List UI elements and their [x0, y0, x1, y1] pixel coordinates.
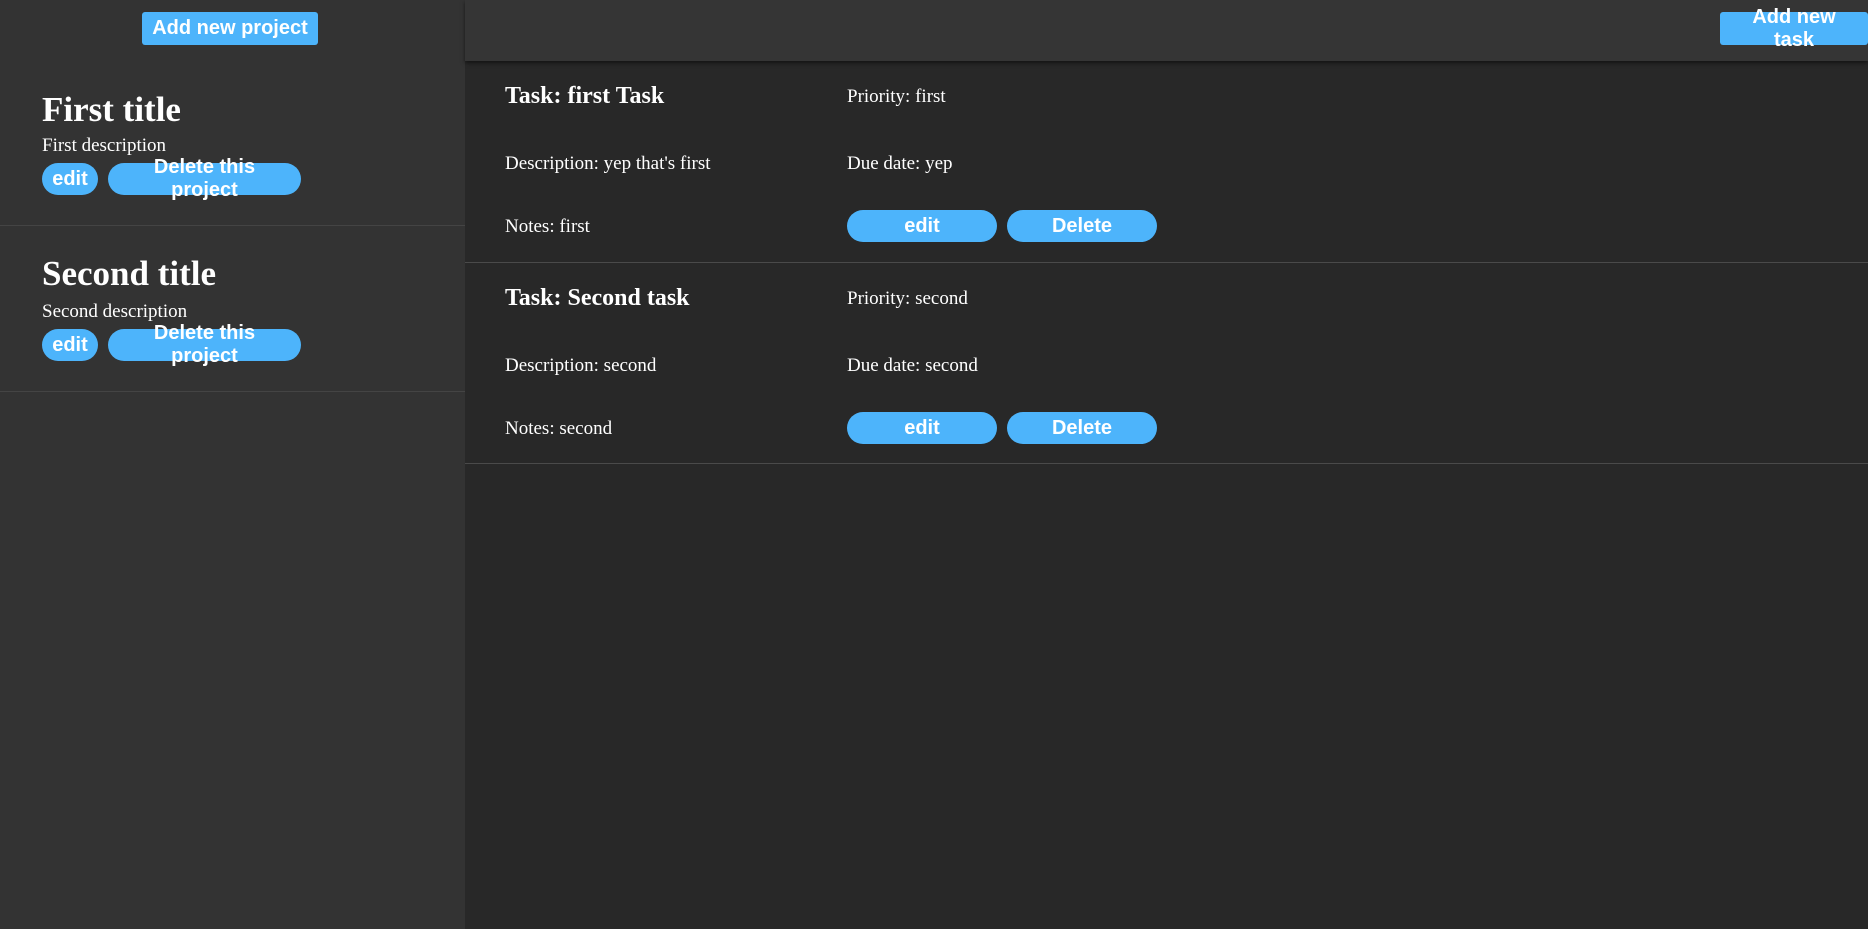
edit-task-button[interactable]: edit: [847, 412, 997, 444]
task-priority: Priority: second: [847, 288, 968, 309]
task-description: Description: yep that's first: [505, 153, 711, 174]
task-title: Task: first Task: [505, 83, 665, 109]
task-actions: edit Delete: [847, 210, 1157, 242]
sidebar-header: Add new project: [0, 0, 465, 60]
task-due-date: Due date: second: [847, 355, 978, 376]
project-card[interactable]: First title First description edit Delet…: [0, 60, 465, 226]
task-description: Description: second: [505, 355, 657, 376]
add-new-project-button[interactable]: Add new project: [142, 12, 318, 45]
edit-task-button[interactable]: edit: [847, 210, 997, 242]
task-card: Task: Second task Priority: second Descr…: [465, 263, 1868, 464]
project-actions: edit Delete this project: [42, 322, 301, 367]
edit-project-button[interactable]: edit: [42, 329, 98, 361]
project-actions: edit Delete this project: [42, 156, 301, 201]
task-notes: Notes: first: [505, 216, 590, 237]
delete-task-button[interactable]: Delete: [1007, 210, 1157, 242]
project-title: Second title: [42, 254, 217, 293]
edit-project-button[interactable]: edit: [42, 163, 98, 195]
project-card[interactable]: Second title Second description edit Del…: [0, 226, 465, 392]
add-new-task-button[interactable]: Add new task: [1720, 6, 1868, 51]
task-card: Task: first Task Priority: first Descrip…: [465, 61, 1868, 263]
delete-project-button[interactable]: Delete this project: [108, 156, 301, 201]
task-priority: Priority: first: [847, 86, 946, 107]
app-root: Add new project First title First descri…: [0, 0, 1868, 929]
task-title: Task: Second task: [505, 285, 690, 311]
delete-task-button[interactable]: Delete: [1007, 412, 1157, 444]
main-header: Add new task: [465, 0, 1868, 61]
project-title: First title: [42, 90, 181, 129]
projects-sidebar: Add new project First title First descri…: [0, 0, 465, 929]
task-actions: edit Delete: [847, 412, 1157, 444]
project-description: First description: [42, 135, 167, 156]
tasks-main: Add new task Task: first Task Priority: …: [465, 0, 1868, 929]
delete-project-button[interactable]: Delete this project: [108, 322, 301, 367]
task-due-date: Due date: yep: [847, 153, 953, 174]
project-description: Second description: [42, 301, 188, 322]
task-notes: Notes: second: [505, 418, 613, 439]
